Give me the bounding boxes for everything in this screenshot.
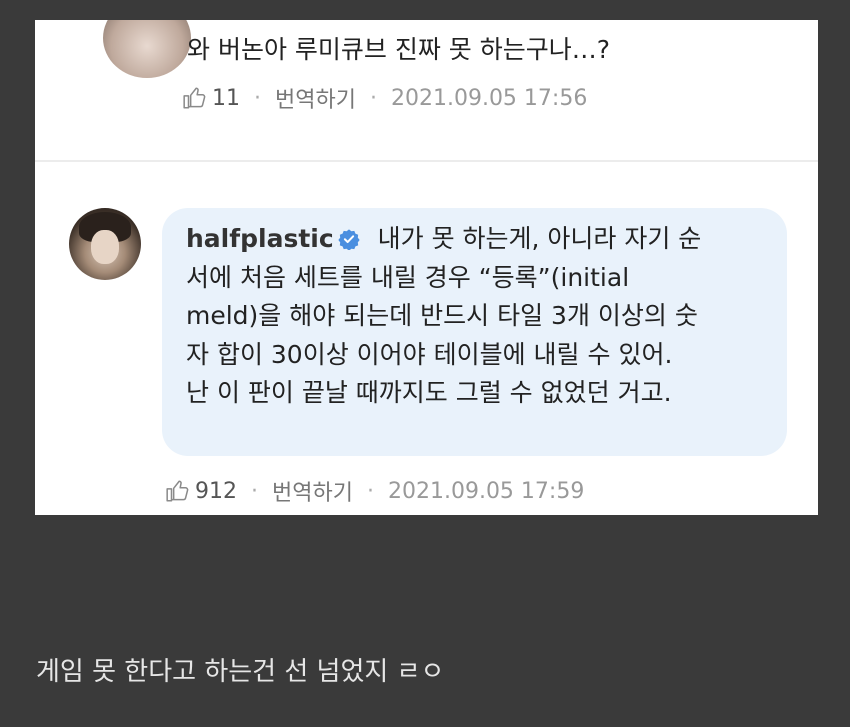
commenter-avatar[interactable]: [103, 20, 191, 78]
comment-divider: [35, 160, 818, 162]
separator-dot: ·: [251, 478, 258, 504]
reply-line: meld)을 해야 되는데 반드시 타일 3개 이상의 숫: [186, 301, 698, 330]
reply-timestamp: 2021.09.05 17:59: [387, 478, 585, 504]
post-caption: 게임 못 한다고 하는건 선 넘었지 ㄹㅇ: [36, 657, 445, 687]
like-count: 11: [212, 85, 240, 111]
comment-screenshot: 와 버논아 루미큐브 진짜 못 하는구나…? 11 · 번역하기 · 2021.…: [35, 20, 818, 515]
reply-avatar[interactable]: [69, 208, 141, 280]
separator-dot: ·: [369, 85, 377, 111]
top-comment-meta: 11 · 번역하기 · 2021.09.05 17:56: [182, 82, 587, 114]
verified-badge-icon: [338, 229, 360, 250]
avatar-face: [91, 230, 119, 264]
translate-link[interactable]: 번역하기: [275, 82, 356, 114]
thumbs-up-icon[interactable]: [165, 478, 191, 504]
top-comment-text: 와 버논아 루미큐브 진짜 못 하는구나…?: [187, 35, 611, 64]
translate-link[interactable]: 번역하기: [272, 475, 353, 507]
reply-bubble: halfplastic 내가 못 하는게, 아니라 자기 순 서에 처음 세트를…: [162, 208, 787, 456]
reply-meta: 912 · 번역하기 · 2021.09.05 17:59: [165, 475, 584, 507]
reply-line: 난 이 판이 끝날 때까지도 그럴 수 없었던 거고.: [186, 378, 672, 407]
comment-timestamp: 2021.09.05 17:56: [390, 85, 588, 111]
reply-line: 자 합이 30이상 이어야 테이블에 내릴 수 있어.: [186, 339, 673, 369]
separator-dot: ·: [366, 478, 374, 504]
reply-line: halfplastic 내가 못 하는게, 아니라 자기 순: [186, 224, 702, 253]
reply-username[interactable]: halfplastic: [186, 224, 334, 253]
thumbs-up-icon[interactable]: [182, 85, 208, 111]
reply-text: halfplastic 내가 못 하는게, 아니라 자기 순 서에 처음 세트를…: [186, 220, 765, 413]
reply-line: 서에 처음 세트를 내릴 경우 “등록”(initial: [186, 262, 630, 292]
separator-dot: ·: [254, 85, 261, 111]
like-count: 912: [195, 478, 237, 504]
